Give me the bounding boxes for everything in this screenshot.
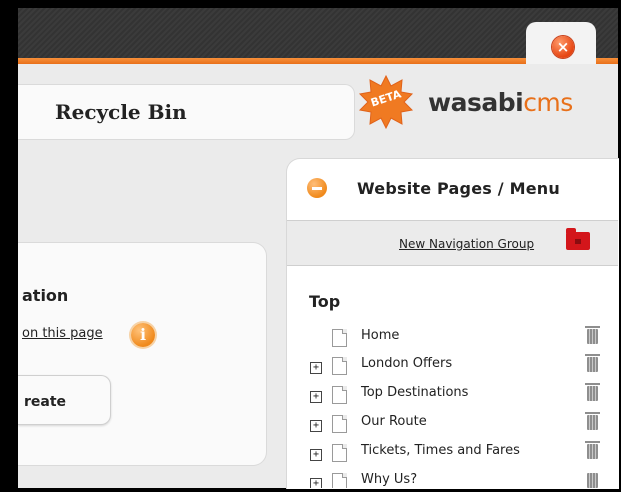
page-title: Recycle Bin	[55, 100, 187, 124]
logo-suffix: cms	[523, 88, 573, 117]
collapse-icon[interactable]	[307, 178, 327, 198]
tree-row-label[interactable]: Home	[361, 328, 399, 343]
page-icon	[332, 357, 347, 375]
tree-row-top-destinations[interactable]: + Top Destinations	[300, 383, 610, 411]
close-icon[interactable]: ×	[552, 36, 574, 58]
plus-square-icon[interactable]: +	[310, 449, 322, 461]
trash-icon[interactable]	[585, 383, 600, 401]
plus-square-icon[interactable]: +	[310, 362, 322, 374]
help-link[interactable]: on this page	[22, 326, 103, 341]
trash-icon[interactable]	[585, 354, 600, 372]
tree-row-label[interactable]: Tickets, Times and Fares	[361, 443, 520, 458]
tree-row-label[interactable]: Our Route	[361, 414, 427, 429]
trash-icon[interactable]	[585, 412, 600, 430]
tree-row-our-route[interactable]: + Our Route	[300, 412, 610, 440]
tree-row-label[interactable]: Top Destinations	[361, 385, 468, 400]
tree-row-label[interactable]: London Offers	[361, 356, 452, 371]
tree-row-home[interactable]: Home	[300, 326, 610, 354]
info-icon[interactable]: i	[131, 323, 155, 347]
create-button-label: reate	[24, 394, 67, 410]
page-icon	[332, 329, 347, 347]
trash-icon[interactable]	[585, 441, 600, 459]
tree-row-london-offers[interactable]: + London Offers	[300, 354, 610, 382]
page-icon	[332, 444, 347, 462]
new-navigation-group-link[interactable]: New Navigation Group	[399, 237, 534, 251]
plus-square-icon[interactable]: +	[310, 391, 322, 403]
plus-square-icon[interactable]: +	[310, 478, 322, 488]
panel-title: Website Pages / Menu	[357, 179, 560, 198]
trash-icon[interactable]	[585, 326, 600, 344]
page-icon	[332, 415, 347, 433]
section-heading: ation	[22, 286, 69, 305]
tree-row-tickets[interactable]: + Tickets, Times and Fares	[300, 441, 610, 469]
wasabicms-logo: wasabicms	[428, 88, 573, 117]
tree-row-label[interactable]: Why Us?	[361, 472, 417, 487]
plus-square-icon[interactable]: +	[310, 420, 322, 432]
red-folder-icon[interactable]	[566, 228, 590, 250]
tree-row-why-us[interactable]: + Why Us?	[300, 472, 610, 488]
nav-group-heading: Top	[309, 292, 341, 311]
left-info-card	[18, 242, 267, 466]
page-icon	[332, 386, 347, 404]
page-icon	[332, 473, 347, 488]
logo-word: wasabi	[428, 88, 524, 117]
trash-icon[interactable]	[587, 473, 598, 488]
